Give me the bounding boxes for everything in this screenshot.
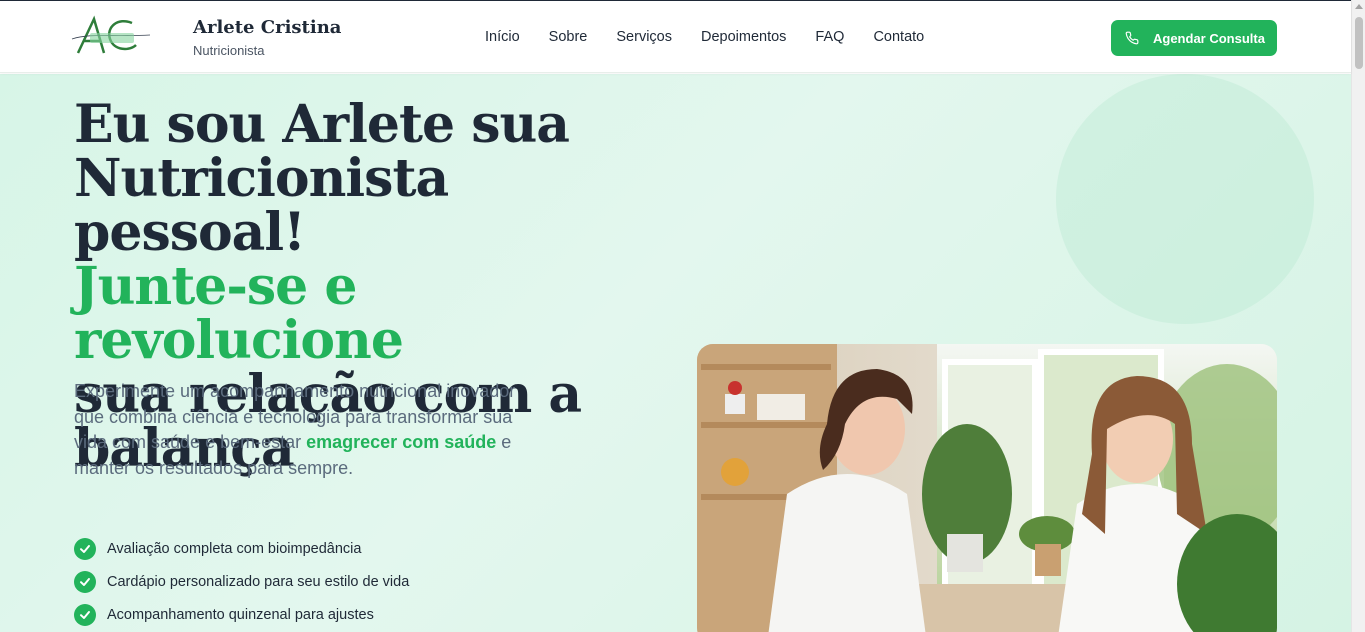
nav-link-servicos[interactable]: Serviços: [616, 29, 672, 45]
schedule-consultation-label: Agendar Consulta: [1153, 30, 1265, 46]
feature-label: Avaliação completa com bioimpedância: [107, 540, 362, 557]
phone-icon: [1125, 31, 1139, 45]
feature-item: Acompanhamento quinzenal para ajustes: [74, 598, 409, 631]
hero-intro: Experimente um acompanhamento nutriciona…: [74, 379, 534, 481]
page-scrollbar[interactable]: [1351, 0, 1365, 632]
schedule-consultation-button[interactable]: Agendar Consulta: [1111, 20, 1277, 56]
feature-list: Avaliação completa com bioimpedância Car…: [74, 532, 409, 631]
headline-line-2: Nutricionista pessoal!: [74, 148, 449, 263]
brand-logo[interactable]: [70, 15, 152, 55]
brand-subtitle: Nutricionista: [193, 43, 265, 58]
check-icon: [74, 570, 96, 593]
hero-image-nutritionist-consultation: [697, 344, 1277, 632]
feature-item: Avaliação completa com bioimpedância: [74, 532, 409, 565]
scrollbar-thumb[interactable]: [1355, 17, 1363, 69]
nav-link-inicio[interactable]: Início: [485, 29, 520, 45]
nav-link-depoimentos[interactable]: Depoimentos: [701, 29, 786, 45]
feature-label: Cardápio personalizado para seu estilo d…: [107, 573, 410, 590]
nav-link-contato[interactable]: Contato: [873, 29, 924, 45]
site-header: Arlete Cristina Nutricionista Início Sob…: [0, 0, 1351, 73]
intro-highlight: emagrecer com saúde: [306, 432, 497, 452]
feature-item: Cardápio personalizado para seu estilo d…: [74, 565, 409, 598]
hero-section: Eu sou Arlete sua Nutricionista pessoal!…: [0, 74, 1351, 632]
scroll-up-arrow-icon[interactable]: [1355, 4, 1363, 9]
decorative-circle: [1056, 74, 1314, 324]
main-nav: Início Sobre Serviços Depoimentos FAQ Co…: [485, 29, 953, 45]
feature-label: Acompanhamento quinzenal para ajustes: [107, 606, 374, 623]
headline-highlight: Junte-se e revolucione: [74, 256, 404, 371]
brand-name: Arlete Cristina: [193, 17, 342, 38]
check-icon: [74, 603, 96, 626]
headline-line-1: Eu sou Arlete sua: [74, 94, 570, 155]
nav-link-faq[interactable]: FAQ: [815, 29, 844, 45]
check-icon: [74, 537, 96, 560]
nav-link-sobre[interactable]: Sobre: [549, 29, 588, 45]
